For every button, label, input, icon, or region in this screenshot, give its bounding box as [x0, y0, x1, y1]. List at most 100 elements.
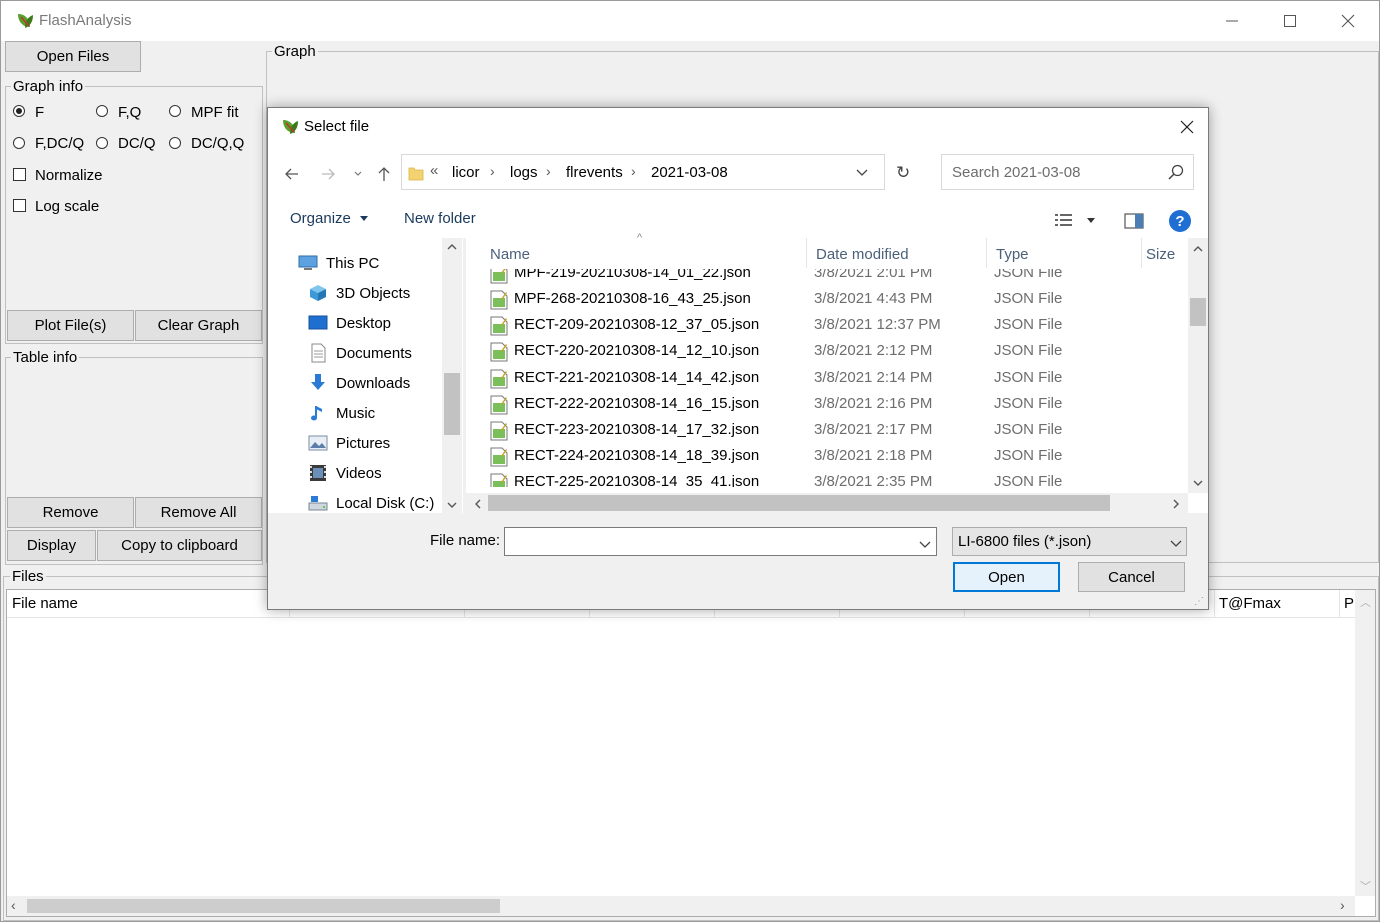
nav-pane-scroll-thumb[interactable] — [444, 373, 460, 435]
files-horizontal-scrollbar[interactable]: ‹ › — [7, 896, 1355, 916]
file-row[interactable]: RECT-220-20210308-14_12_10.json 3/8/2021 … — [486, 338, 1186, 364]
radio-dcq[interactable] — [96, 137, 108, 149]
breadcrumb-flrevents[interactable]: flrevents — [566, 164, 623, 181]
radio-dcq-q[interactable] — [169, 137, 181, 149]
file-type: JSON File — [994, 316, 1063, 334]
breadcrumb-logs[interactable]: logs — [510, 164, 538, 181]
scroll-left-arrow-icon[interactable] — [472, 497, 484, 514]
file-list-horizontal-scroll-thumb[interactable] — [488, 495, 1110, 511]
file-row[interactable]: RECT-209-20210308-12_37_05.json 3/8/2021 … — [486, 312, 1186, 338]
copy-to-clipboard-button[interactable]: Copy to clipboard — [97, 530, 262, 561]
remove-all-button[interactable]: Remove All — [135, 497, 262, 528]
files-vertical-scrollbar[interactable]: ︿ ﹀ — [1355, 590, 1375, 896]
scroll-up-arrow-icon[interactable] — [1192, 242, 1204, 259]
back-button[interactable] — [280, 162, 304, 186]
scroll-down-arrow-icon[interactable] — [446, 498, 458, 515]
scroll-down-arrow-icon[interactable] — [1192, 476, 1204, 493]
breadcrumb-2021-03-08[interactable]: 2021-03-08 — [651, 164, 728, 181]
plot-files-button[interactable]: Plot File(s) — [7, 310, 134, 341]
organize-menu[interactable]: Organize — [290, 210, 369, 227]
breadcrumb-licor[interactable]: licor — [452, 164, 480, 181]
view-options-button[interactable] — [1054, 212, 1098, 232]
breadcrumb-overflow[interactable]: « — [430, 162, 438, 179]
column-header-size[interactable]: Size — [1146, 246, 1175, 263]
logscale-checkbox[interactable] — [13, 199, 26, 212]
radio-f-label: F — [35, 104, 45, 121]
nav-item-videos[interactable]: Videos — [308, 461, 382, 485]
file-type-select[interactable]: LI-6800 files (*.json) — [952, 527, 1187, 556]
file-name: MPF-219-20210308-14_01_22.json — [514, 269, 751, 281]
open-files-button[interactable]: Open Files — [5, 41, 141, 72]
column-header-file-name[interactable]: File name — [12, 595, 78, 612]
new-folder-button[interactable]: New folder — [404, 210, 476, 227]
radio-fq[interactable] — [96, 105, 108, 117]
normalize-checkbox[interactable] — [13, 168, 26, 181]
preview-pane-button[interactable] — [1124, 213, 1144, 233]
file-row-partial[interactable]: MPF-219-20210308-14_01_22.json 3/8/2021 … — [486, 269, 1186, 286]
column-header-t-fmax[interactable]: T@Fmax — [1219, 595, 1281, 612]
nav-item-music[interactable]: Music — [308, 401, 375, 425]
clear-graph-button[interactable]: Clear Graph — [135, 310, 262, 341]
nav-item-label: This PC — [326, 254, 380, 272]
file-name-input[interactable] — [504, 527, 937, 556]
close-window-button[interactable] — [1319, 1, 1377, 41]
maximize-button[interactable] — [1261, 1, 1319, 41]
minimize-button[interactable] — [1203, 1, 1261, 41]
dialog-close-button[interactable] — [1172, 116, 1202, 138]
scroll-up-arrow-icon[interactable]: ︿ — [1360, 594, 1371, 610]
forward-button[interactable] — [316, 162, 340, 186]
file-row[interactable]: RECT-222-20210308-14_16_15.json 3/8/2021 … — [486, 391, 1186, 417]
nav-pane-scrollbar[interactable] — [442, 238, 462, 513]
remove-button[interactable]: Remove — [7, 497, 134, 528]
file-row[interactable]: RECT-223-20210308-14_17_32.json 3/8/2021 … — [486, 417, 1186, 443]
column-header-p[interactable]: P — [1344, 595, 1354, 612]
minimize-icon — [1226, 20, 1238, 22]
scroll-up-arrow-icon[interactable] — [446, 240, 458, 257]
scroll-down-arrow-icon[interactable]: ﹀ — [1360, 878, 1371, 894]
breadcrumb-separator-icon: › — [631, 163, 636, 179]
file-date: 3/8/2021 2:01 PM — [814, 269, 933, 281]
scroll-left-arrow-icon[interactable]: ‹ — [11, 897, 16, 913]
cancel-button[interactable]: Cancel — [1078, 562, 1185, 592]
nav-item-downloads[interactable]: Downloads — [308, 371, 410, 395]
nav-item-pictures[interactable]: Pictures — [308, 431, 390, 455]
file-row[interactable]: MPF-268-20210308-16_43_25.json 3/8/2021 4… — [486, 286, 1186, 312]
nav-item-desktop[interactable]: Desktop — [308, 311, 391, 335]
files-table[interactable]: File name T@Fmax P ︿ ﹀ ‹ › — [6, 589, 1376, 917]
open-button[interactable]: Open — [953, 562, 1060, 592]
search-icon[interactable] — [1168, 164, 1184, 184]
nav-item-3d-objects[interactable]: 3D Objects — [308, 281, 410, 305]
resize-grip-icon[interactable]: ⋰ — [1194, 596, 1204, 607]
address-bar[interactable]: « licor › logs › flrevents › 2021-03-08 … — [401, 154, 910, 190]
help-icon[interactable]: ? — [1169, 210, 1191, 232]
nav-item-local-disk-c[interactable]: Local Disk (C:) — [308, 491, 434, 515]
radio-mpf-fit[interactable] — [169, 105, 181, 117]
column-header-date-modified[interactable]: Date modified — [816, 246, 909, 263]
files-horizontal-scroll-thumb[interactable] — [27, 899, 500, 913]
search-input[interactable]: Search 2021-03-08 — [952, 164, 1080, 181]
column-header-type[interactable]: Type — [996, 246, 1029, 263]
recent-locations-button[interactable] — [348, 164, 368, 184]
file-list-vertical-scrollbar[interactable] — [1188, 238, 1208, 493]
up-button[interactable] — [372, 162, 396, 186]
file-row[interactable]: RECT-224-20210308-14_18_39.json 3/8/2021 … — [486, 443, 1186, 469]
file-list-scroll-thumb[interactable] — [1190, 298, 1206, 326]
file-name-dropdown-button[interactable] — [919, 537, 931, 554]
open-label: Open — [988, 568, 1025, 586]
json-file-icon — [490, 421, 508, 441]
scroll-right-arrow-icon[interactable] — [1170, 497, 1182, 514]
nav-item-this-pc[interactable]: This PC — [298, 251, 379, 275]
file-list-horizontal-scrollbar[interactable] — [466, 493, 1188, 513]
file-name: RECT-221-20210308-14_14_42.json — [514, 368, 760, 386]
column-header-name[interactable]: Name — [490, 246, 530, 263]
search-box[interactable]: Search 2021-03-08 — [941, 154, 1194, 190]
scroll-right-arrow-icon[interactable]: › — [1340, 897, 1345, 913]
file-row[interactable]: RECT-225-20210308-14_35_41.json 3/8/2021 … — [486, 469, 1186, 487]
file-row[interactable]: RECT-221-20210308-14_14_42.json 3/8/2021 … — [486, 365, 1186, 391]
radio-f-dcq[interactable] — [13, 137, 25, 149]
address-dropdown-button[interactable] — [856, 165, 868, 182]
display-button[interactable]: Display — [7, 530, 96, 561]
radio-f[interactable] — [13, 105, 25, 117]
nav-item-documents[interactable]: Documents — [308, 341, 412, 365]
refresh-icon[interactable]: ↻ — [896, 163, 910, 183]
